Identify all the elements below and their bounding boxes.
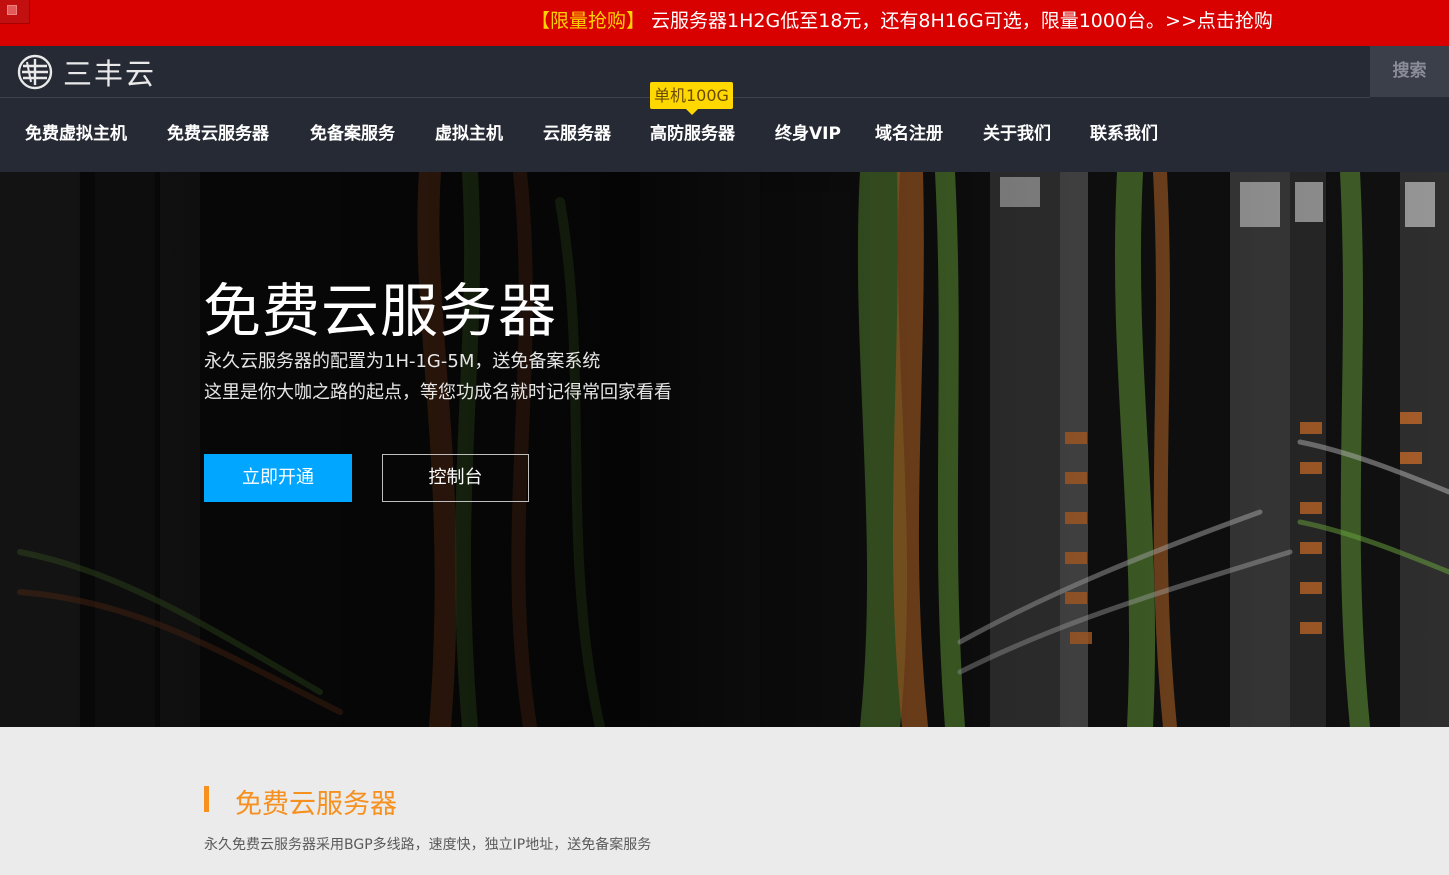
- nav-item-contact-us[interactable]: 联系我们: [1090, 118, 1158, 151]
- main-nav: 免费虚拟主机 免费云服务器 免备案服务 虚拟主机 云服务器 高防服务器 终身VI…: [0, 118, 1449, 151]
- open-now-button[interactable]: 立即开通: [204, 454, 352, 502]
- nav-item-virtual-host[interactable]: 虚拟主机: [435, 118, 503, 151]
- hero-banner: 免费云服务器 永久云服务器的配置为1H-1G-5M，送免备案系统 这里是你大咖之…: [0, 172, 1449, 727]
- nav-item-free-virtual-host[interactable]: 免费虚拟主机: [25, 118, 127, 151]
- nav-item-lifetime-vip[interactable]: 终身VIP: [775, 118, 841, 151]
- hero-subtitle-1: 永久云服务器的配置为1H-1G-5M，送免备案系统: [204, 351, 601, 372]
- console-button[interactable]: 控制台: [382, 454, 529, 502]
- server-rack-background: [0, 172, 1449, 727]
- nav-item-ddos-server[interactable]: 高防服务器: [650, 118, 735, 151]
- section-title: 免费云服务器: [235, 789, 397, 820]
- hero-subtitle-2: 这里是你大咖之路的起点，等您功成名就时记得常回家看看: [204, 382, 672, 403]
- promo-tag: 【限量抢购】: [531, 10, 646, 32]
- nav-item-about-us[interactable]: 关于我们: [983, 118, 1051, 151]
- search-button[interactable]: 搜索: [1370, 46, 1449, 97]
- nav-item-no-record-service[interactable]: 免备案服务: [310, 118, 395, 151]
- logo[interactable]: 三丰云: [17, 54, 157, 91]
- hero-title: 免费云服务器: [203, 277, 558, 345]
- nav-item-free-cloud-server[interactable]: 免费云服务器: [167, 118, 269, 151]
- site-header: 三丰云 搜索 免费虚拟主机 免费云服务器 免备案服务 虚拟主机 云服务器 高防服…: [0, 46, 1449, 172]
- broken-image-icon: [0, 0, 30, 24]
- logo-text: 三丰云: [63, 57, 157, 91]
- promo-text: 云服务器1H2G低至18元，还有8H16G可选，限量1000台。>>点击抢购: [645, 10, 1273, 32]
- nav-badge: 单机100G: [650, 82, 733, 115]
- nav-item-domain-registration[interactable]: 域名注册: [875, 118, 943, 151]
- section-accent-bar: [204, 786, 209, 812]
- section-description: 永久免费云服务器采用BGP多线路，速度快，独立IP地址，送免备案服务: [204, 837, 652, 853]
- promo-link[interactable]: 【限量抢购】 云服务器1H2G低至18元，还有8H16G可选，限量1000台。>…: [531, 8, 1273, 34]
- free-cloud-section: 免费云服务器 永久免费云服务器采用BGP多线路，速度快，独立IP地址，送免备案服…: [0, 727, 1449, 875]
- logo-icon: [17, 54, 53, 90]
- nav-item-cloud-server[interactable]: 云服务器: [543, 118, 611, 151]
- promo-bar: 【限量抢购】 云服务器1H2G低至18元，还有8H16G可选，限量1000台。>…: [0, 0, 1449, 46]
